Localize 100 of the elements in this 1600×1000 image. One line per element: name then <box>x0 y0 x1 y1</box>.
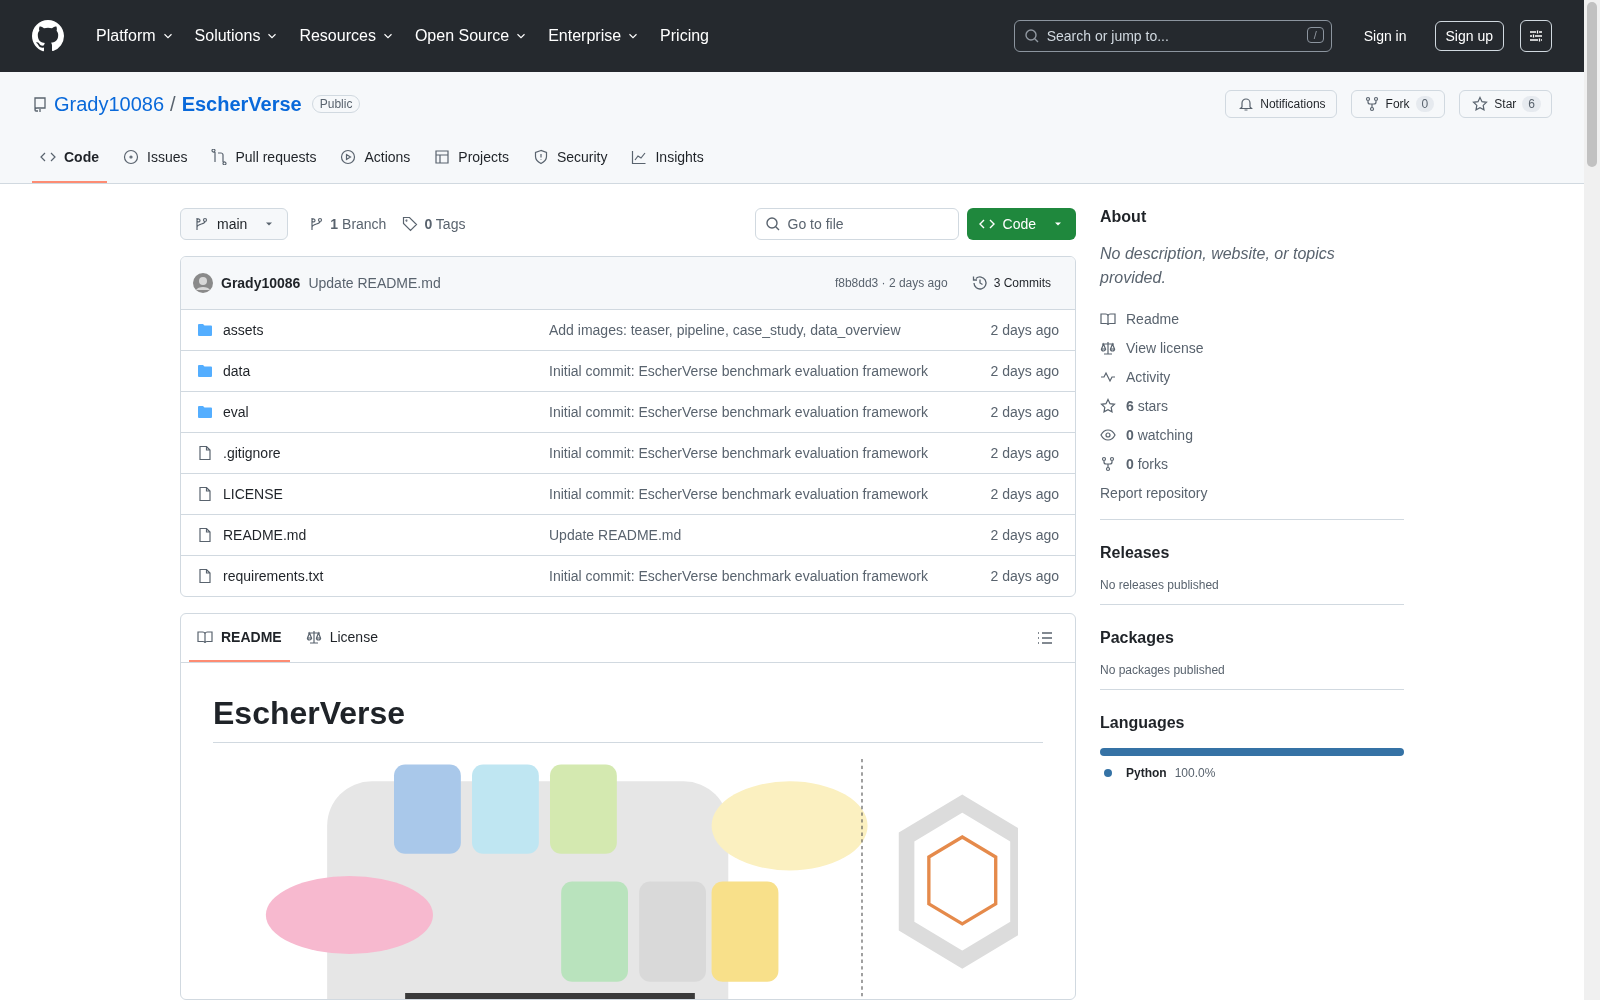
go-to-file-field[interactable]: Go to file <box>754 208 959 240</box>
commit-hash-age: f8b8dd3 · 2 days ago <box>834 276 948 290</box>
commit-message-link[interactable]: Initial commit: EscherVerse benchmark evaluation framework <box>549 568 981 584</box>
commit-age: 2 days ago <box>990 445 1059 461</box>
readme-tab[interactable]: License <box>297 614 386 662</box>
repo-tab[interactable]: Code <box>32 140 107 183</box>
history-icon <box>971 275 988 291</box>
about-link[interactable]: View license <box>1100 333 1204 362</box>
play-icon <box>340 149 357 165</box>
book-icon <box>197 629 213 645</box>
search-icon <box>764 216 781 232</box>
commit-message-link[interactable]: Initial commit: EscherVerse benchmark evaluation framework <box>549 363 981 379</box>
file-name-link[interactable]: eval <box>223 404 539 420</box>
file-icon <box>197 445 213 461</box>
file-icon <box>197 568 213 584</box>
branches-link[interactable]: 1 Branch <box>304 216 391 232</box>
nav-menu-item[interactable]: Open Source <box>406 21 537 51</box>
repo-tab[interactable]: Projects <box>426 140 517 183</box>
branch-icon <box>193 216 209 232</box>
repo-tab[interactable]: Issues <box>115 140 196 183</box>
repo-tab[interactable]: Actions <box>332 140 419 183</box>
sliders-icon <box>1528 28 1544 44</box>
section-heading: Packages <box>1100 629 1175 647</box>
commit-message-link[interactable]: Add images: teaser, pipeline, case_study, data_overview <box>549 322 981 338</box>
tags-link[interactable]: 0 Tags <box>398 216 470 232</box>
readme-tab[interactable]: README <box>189 614 290 662</box>
nav-menu-item[interactable]: Enterprise <box>540 21 649 51</box>
commit-age: 2 days ago <box>990 322 1059 338</box>
nav-menu-item[interactable]: Solutions <box>186 21 288 51</box>
language-percent: 100.0% <box>1174 766 1216 780</box>
file-name-link[interactable]: data <box>223 363 539 379</box>
language-name: Python <box>1126 766 1167 780</box>
star-icon <box>1100 397 1116 414</box>
about-link[interactable]: 0 watching <box>1100 420 1193 449</box>
sign-up-button[interactable]: Sign up <box>1434 21 1504 51</box>
folder-icon <box>197 404 213 420</box>
readme-title: EscherVerse <box>213 695 1043 743</box>
scale-icon <box>1100 339 1116 356</box>
code-button[interactable]: Code <box>966 208 1076 240</box>
file-name-link[interactable]: assets <box>223 322 539 338</box>
scale-icon <box>305 629 322 645</box>
about-link[interactable]: Activity <box>1100 362 1171 391</box>
branch-selector[interactable]: main <box>180 208 289 240</box>
commit-message-link[interactable]: Initial commit: EscherVerse benchmark evaluation framework <box>549 445 981 461</box>
repo-tab[interactable]: Security <box>524 140 616 183</box>
issue-icon <box>123 149 139 165</box>
repository-icon <box>32 96 48 112</box>
scrollbar[interactable] <box>1584 0 1600 1000</box>
commit-message-link[interactable]: Update README.md <box>308 275 441 291</box>
about-link[interactable]: 0 forks <box>1100 449 1169 478</box>
repo-name-link[interactable]: EscherVerse <box>181 92 302 116</box>
commit-age: 2 days ago <box>990 363 1059 379</box>
file-name-link[interactable]: .gitignore <box>223 445 539 461</box>
file-name-link[interactable]: README.md <box>223 527 539 543</box>
search-icon <box>1023 28 1040 44</box>
section-heading: Languages <box>1100 714 1186 732</box>
file-name-link[interactable]: LICENSE <box>223 486 539 502</box>
empty-note: No packages published <box>1100 663 1226 677</box>
shortcut-key: / <box>1306 27 1324 43</box>
commit-message-link[interactable]: Initial commit: EscherVerse benchmark evaluation framework <box>549 404 981 420</box>
section-heading: Releases <box>1100 544 1171 562</box>
repo-tab[interactable]: Pull requests <box>203 140 325 183</box>
repo-tab[interactable]: Insights <box>623 140 712 183</box>
commit-age: 2 days ago <box>990 568 1059 584</box>
path-separator: / <box>170 92 176 116</box>
sign-in-link[interactable]: Sign in <box>1347 22 1423 50</box>
avatar-icon <box>193 273 213 293</box>
nav-menu-item[interactable]: Platform <box>88 21 183 51</box>
book-icon <box>1100 310 1116 327</box>
count-badge: 0 <box>1415 96 1435 112</box>
octocat-logo-icon[interactable] <box>32 20 64 52</box>
about-link[interactable]: 6 stars <box>1100 391 1169 420</box>
commits-link[interactable]: 3 Commits <box>963 271 1059 295</box>
about-link[interactable]: Readme <box>1100 304 1179 333</box>
file-icon <box>197 527 213 543</box>
folder-icon <box>197 322 213 338</box>
commit-message-link[interactable]: Initial commit: EscherVerse benchmark evaluation framework <box>549 486 981 502</box>
nav-menu-item[interactable]: Pricing <box>652 21 717 51</box>
file-name-link[interactable]: requirements.txt <box>223 568 539 584</box>
tag-icon <box>402 216 419 232</box>
folder-icon <box>197 363 213 379</box>
repo-owner-link[interactable]: Grady10086 <box>54 92 165 116</box>
commit-age: 2 days ago <box>990 486 1059 502</box>
fork-button[interactable]: Fork 0 <box>1350 90 1446 118</box>
commit-author-link[interactable]: Grady10086 <box>221 275 301 291</box>
settings-button[interactable] <box>1520 20 1552 52</box>
star-button[interactable]: Star 6 <box>1459 90 1552 118</box>
graph-icon <box>631 149 648 165</box>
repo-description: No description, website, or topics provided. <box>1100 244 1336 288</box>
branch-icon <box>308 216 325 232</box>
nav-menu-item[interactable]: Resources <box>291 21 403 51</box>
commit-age: 2 days ago <box>990 527 1059 543</box>
star-icon <box>1472 96 1489 112</box>
table-icon <box>434 149 451 165</box>
commit-message-link[interactable]: Update README.md <box>549 527 981 543</box>
bell-icon <box>1238 96 1255 112</box>
file-icon <box>197 486 213 502</box>
section-heading: About <box>1100 208 1148 226</box>
report-link[interactable]: Report repository <box>1100 478 1208 507</box>
notifications-button[interactable]: Notifications <box>1225 90 1337 118</box>
